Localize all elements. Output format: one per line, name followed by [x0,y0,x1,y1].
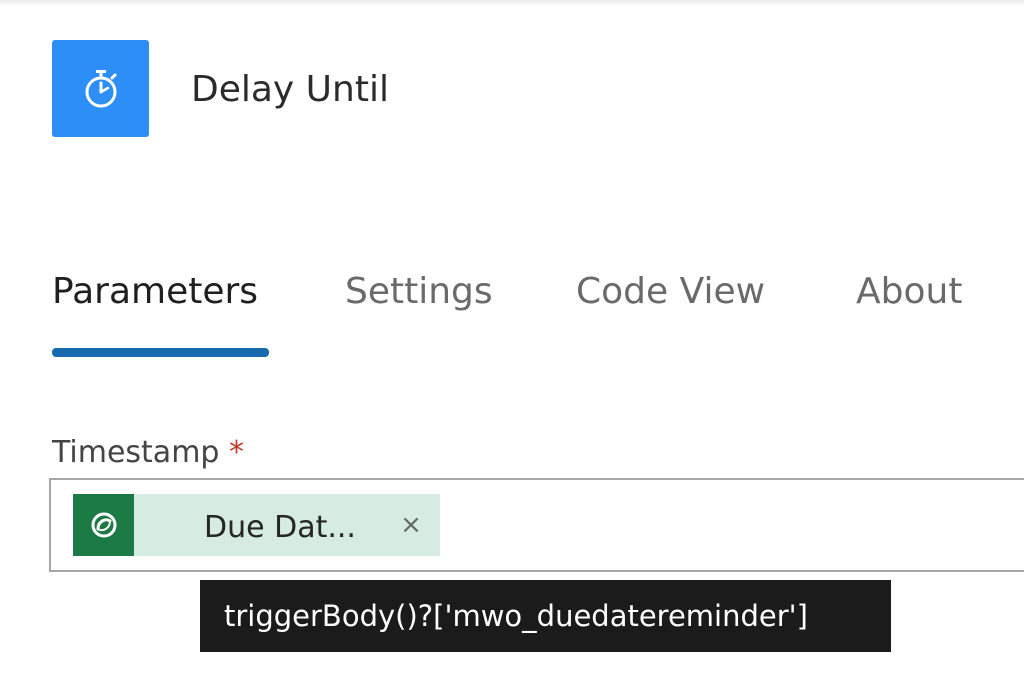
tab-parameters[interactable]: Parameters [52,268,258,316]
dataverse-icon [73,494,134,556]
tab-settings[interactable]: Settings [345,268,493,316]
timestamp-label-text: Timestamp [52,435,220,470]
token-label: Due Dat... [204,510,356,545]
active-tab-indicator [52,348,269,357]
required-marker: * [229,435,245,470]
action-title: Delay Until [191,69,389,110]
top-divider [0,0,1024,6]
tab-code-view[interactable]: Code View [576,268,765,316]
tab-about[interactable]: About [856,268,962,316]
action-card: Delay Until Parameters Settings Code Vie… [0,0,1024,685]
timestamp-label: Timestamp * [52,434,244,472]
dynamic-content-token[interactable]: Due Dat... × [73,494,440,556]
token-remove-button[interactable]: × [397,510,425,540]
expression-tooltip: triggerBody()?['mwo_duedatereminder'] [200,580,891,652]
stopwatch-icon [52,40,149,137]
